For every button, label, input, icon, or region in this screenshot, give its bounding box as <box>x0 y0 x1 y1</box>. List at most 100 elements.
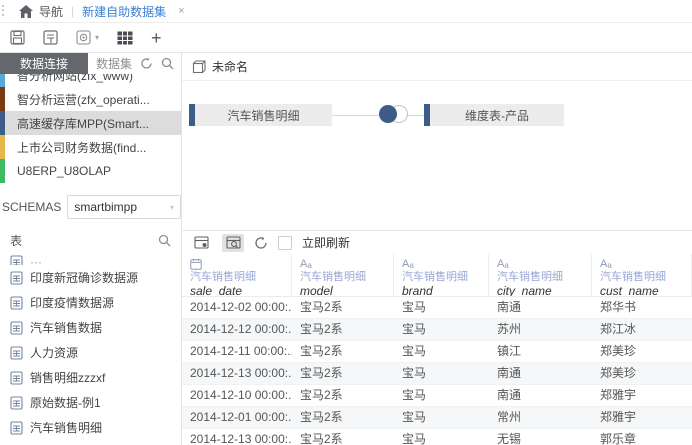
table-sheet-icon <box>10 396 23 410</box>
tab-separator: | <box>71 4 74 18</box>
table-item-label: 汽车销售明细 <box>30 419 102 436</box>
column-header[interactable]: Aa 汽车销售明细 model <box>292 254 394 296</box>
table-cell: 镇江 <box>489 341 592 362</box>
connection-label: 上市公司财务数据(find... <box>5 139 146 156</box>
table-cell: 南通 <box>489 385 592 406</box>
text-type-icon: A <box>402 258 409 270</box>
column-source: 汽车销售明细 <box>402 270 488 284</box>
column-header[interactable]: Aa 汽车销售明细 sale_date <box>182 254 292 296</box>
schema-select[interactable]: smartbimpp ▾ <box>67 195 181 219</box>
table-row: 2014-12-10 00:00:...宝马2系宝马南通郑雅宇 <box>182 385 692 407</box>
table-item-label: 汽车销售数据 <box>30 319 102 336</box>
table-item-label: ··· <box>30 255 42 265</box>
stamp-icon <box>76 30 92 45</box>
edit-fields-button[interactable] <box>190 234 212 252</box>
table-cell: 宝马 <box>394 319 489 340</box>
nav-label[interactable]: 导航 <box>39 3 63 20</box>
table-list-item[interactable]: 汽车销售明细 <box>0 415 181 440</box>
connection-item[interactable]: 智分析运营(zfx_operati... <box>0 87 181 111</box>
apps-menu-icon[interactable] <box>0 5 5 17</box>
table-sheet-icon <box>10 321 23 335</box>
table-item-label: 印度新冠确诊数据源 <box>30 269 138 286</box>
table-list-item[interactable]: 原始数据-例1 <box>0 390 181 415</box>
close-tab-icon[interactable]: × <box>178 5 184 17</box>
schemas-label: SCHEMAS <box>2 200 61 214</box>
flow-node-source[interactable]: 汽车销售明细 <box>189 104 332 126</box>
table-cell: 南通 <box>489 363 592 384</box>
column-field: cust_name <box>600 284 691 296</box>
refresh-preview-icon[interactable] <box>254 236 268 250</box>
table-row: 2014-12-01 00:00:...宝马2系宝马常州郑雅宇 <box>182 407 692 429</box>
table-list-item[interactable]: 销售明细zzzxf <box>0 365 181 390</box>
preview-table-header: Aa 汽车销售明细 sale_date Aa 汽车销售明细 model Aa 汽… <box>182 254 692 297</box>
table-cell: 2014-12-11 00:00:... <box>182 341 292 362</box>
node-label: 维度表-产品 <box>430 104 564 126</box>
node-label: 汽车销售明细 <box>195 104 332 126</box>
text-type-icon: A <box>600 258 607 270</box>
table-cell: 常州 <box>489 407 592 428</box>
tables-title: 表 <box>10 232 22 249</box>
table-cell: 宝马2系 <box>292 429 394 445</box>
table-list-item[interactable]: 印度疫情数据源 <box>0 290 181 315</box>
flow-node-dimension[interactable]: 维度表-产品 <box>424 104 564 126</box>
search-tables-icon[interactable] <box>158 234 171 247</box>
connection-list: 智分析网站(zfx_www) 智分析运营(zfx_operati... 高速缓存… <box>0 74 181 187</box>
home-icon[interactable] <box>19 5 33 18</box>
column-field: city_name <box>497 284 591 296</box>
preview-data-button[interactable] <box>222 234 244 252</box>
table-cell: 2014-12-02 00:00:... <box>182 297 292 318</box>
connection-item[interactable]: U8ERP_U8OLAP <box>0 159 181 183</box>
table-list-item[interactable]: 人力资源 <box>0 340 181 365</box>
column-header[interactable]: Aa 汽车销售明细 city_name <box>489 254 592 296</box>
text-type-icon: A <box>497 258 504 270</box>
table-row: 2014-12-13 00:00:...宝马2系宝马无锡郭乐章 <box>182 429 692 445</box>
connection-label: 智分析网站(zfx_www) <box>5 74 133 84</box>
refresh-icon[interactable] <box>140 57 153 70</box>
table-cell: 宝马 <box>394 385 489 406</box>
tab-datasets[interactable]: 数据集 <box>88 53 140 74</box>
column-field: sale_date <box>190 284 291 296</box>
table-cell: 2014-12-12 00:00:... <box>182 319 292 340</box>
table-item-label: 印度疫情数据源 <box>30 294 114 311</box>
chevron-down-icon: ▾ <box>170 203 174 212</box>
join-flow: 汽车销售明细 维度表-产品 <box>182 81 692 141</box>
table-cell: 郑雅宇 <box>592 407 692 428</box>
schemas-row: SCHEMAS smartbimpp ▾ <box>0 187 181 227</box>
table-list-item[interactable]: 汽车销售数据 <box>0 315 181 340</box>
preview-table-body: 2014-12-02 00:00:...宝马2系宝马南通郑华书2014-12-1… <box>182 297 692 445</box>
column-source: 汽车销售明细 <box>300 270 393 284</box>
connection-item[interactable]: 上市公司财务数据(find... <box>0 135 181 159</box>
table-list-item[interactable]: 印度新冠确诊数据源 <box>0 265 181 290</box>
schema-value: smartbimpp <box>74 200 137 214</box>
dataset-canvas: 未命名 汽车销售明细 维度表-产品 <box>182 53 692 231</box>
table-list-item[interactable]: ··· <box>0 255 181 265</box>
tab-data-connections[interactable]: 数据连接 <box>0 53 88 74</box>
column-header[interactable]: Aa 汽车销售明细 cust_name <box>592 254 692 296</box>
save-as-button[interactable] <box>43 30 58 45</box>
table-cell: 南通 <box>489 297 592 318</box>
table-cell: 宝马 <box>394 363 489 384</box>
add-button[interactable]: + <box>151 29 162 47</box>
refresh-now-checkbox[interactable] <box>278 236 292 250</box>
stamp-button[interactable]: ▾ <box>76 30 99 45</box>
table-view-button[interactable] <box>117 31 133 45</box>
table-cell: 2014-12-13 00:00:... <box>182 429 292 445</box>
table-cell: 苏州 <box>489 319 592 340</box>
connection-item[interactable]: 高速缓存库MPP(Smart... <box>0 111 181 135</box>
table-sheet-icon <box>10 296 23 310</box>
save-button[interactable] <box>10 30 25 45</box>
connection-label: 高速缓存库MPP(Smart... <box>5 115 149 132</box>
preview-toolbar: 立即刷新 <box>182 231 692 254</box>
column-header[interactable]: Aa 汽车销售明细 brand <box>394 254 489 296</box>
connection-label: 智分析运营(zfx_operati... <box>5 91 150 108</box>
search-icon[interactable] <box>161 57 174 70</box>
sidebar-tabs: 数据连接 数据集 <box>0 53 181 74</box>
refresh-now-label: 立即刷新 <box>302 234 350 251</box>
table-cell: 宝马2系 <box>292 319 394 340</box>
connection-item[interactable]: 智分析网站(zfx_www) <box>0 74 181 87</box>
save-icon <box>10 30 25 45</box>
table-sheet-icon <box>10 255 23 265</box>
tab-new-dataset[interactable]: 新建自助数据集 <box>82 3 166 20</box>
save-as-icon <box>43 30 58 45</box>
dataset-title: 未命名 <box>212 58 248 75</box>
